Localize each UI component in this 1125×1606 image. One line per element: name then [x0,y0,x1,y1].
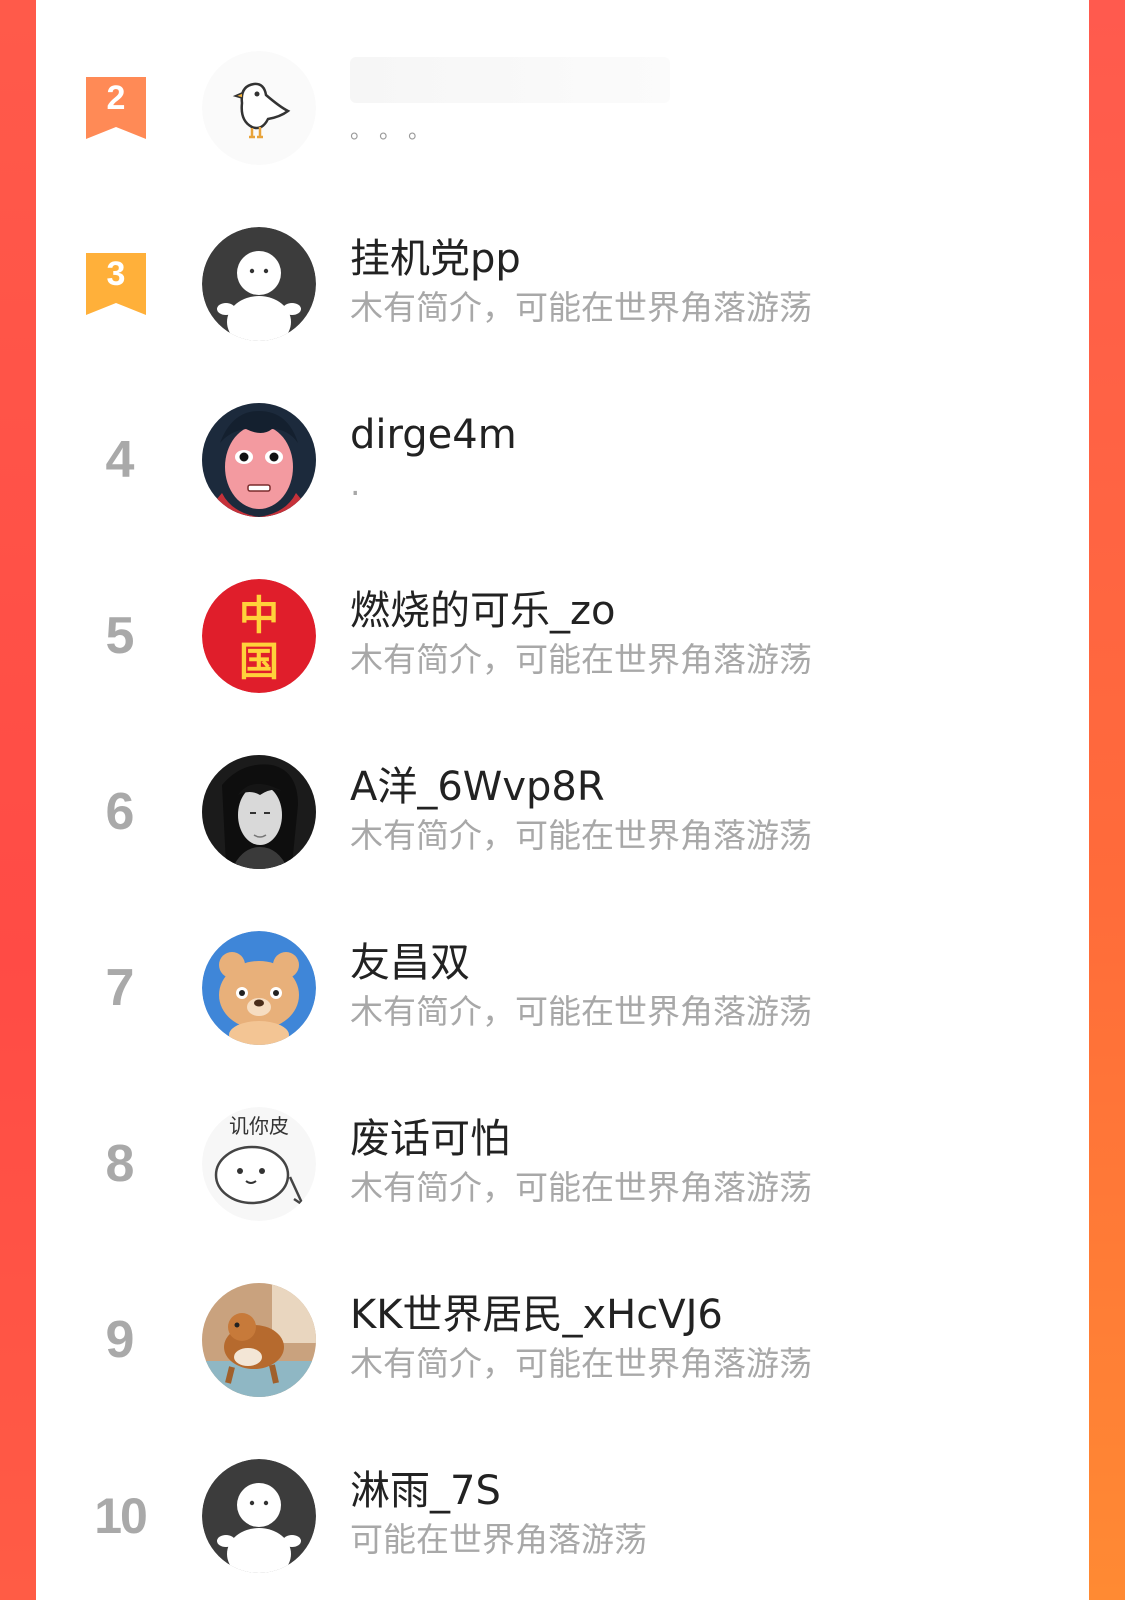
user-info: KK世界居民_xHcVJ6 木有简介，可能在世界角落游荡 [350,1289,1069,1387]
user-info: 。。。 [350,57,1069,155]
right-edge-decoration [1089,0,1125,1600]
svg-text:国: 国 [239,638,279,685]
user-bio: 木有简介，可能在世界角落游荡 [350,1168,812,1208]
ranking-row[interactable]: 3 挂机党pp 木有简介，可能在世界角落游荡 [36,194,1089,374]
cartoon-girl-avatar[interactable] [202,403,316,517]
user-info: 淋雨_7S 可能在世界角落游荡 [350,1465,1069,1563]
ranking-row[interactable]: 9 KK世界居民_xHcVJ6 木有简介，可能在世界角落游荡 [36,1250,1089,1430]
default-avatar[interactable] [202,1459,316,1573]
username[interactable]: KK世界居民_xHcVJ6 [350,1289,1069,1341]
user-info: dirge4m . [350,409,1069,507]
rank-badge-icon: 3 [86,253,146,315]
user-bio: 木有简介，可能在世界角落游荡 [350,992,812,1032]
rank-number: 9 [105,1311,135,1369]
ranking-row[interactable]: 4 dirge4m . [36,370,1089,550]
username[interactable]: 废话可怕 [350,1113,1069,1165]
user-bio: . [350,464,361,504]
user-bio: 木有简介，可能在世界角落游荡 [350,816,812,856]
user-bio: 木有简介，可能在世界角落游荡 [350,288,812,328]
ranking-row[interactable]: 10 淋雨_7S 可能在世界角落游荡 [36,1426,1089,1606]
ranking-row[interactable]: 5 中 国 燃烧的可乐_zo 木有简介，可能在世界角落游荡 [36,546,1089,726]
sticker-avatar[interactable]: 讥你皮 [202,1107,316,1221]
rank-number: 10 [94,1488,148,1544]
left-edge-decoration [0,0,36,1600]
dog-photo-avatar[interactable] [202,1283,316,1397]
rank-number: 3 [106,255,126,293]
anime-man-avatar[interactable] [202,755,316,869]
username[interactable]: 友昌双 [350,937,1069,989]
user-info: 废话可怕 木有简介，可能在世界角落游荡 [350,1113,1069,1211]
user-bio: 。。。 [350,119,449,145]
rank-number: 5 [105,607,135,665]
ranking-row[interactable]: 7 友昌双 木有简介，可能在世界角落游荡 [36,898,1089,1078]
china-flag-avatar[interactable]: 中 国 [202,579,316,693]
bear-avatar[interactable] [202,931,316,1045]
ranking-row[interactable]: 2 。。。 [36,18,1089,198]
rank-number: 4 [105,431,135,489]
username[interactable]: A洋_6Wvp8R [350,761,1069,813]
rank-badge-icon: 2 [86,77,146,139]
svg-text:中: 中 [239,592,279,639]
username[interactable] [350,57,670,104]
default-avatar[interactable] [202,227,316,341]
username[interactable]: 燃烧的可乐_zo [350,585,1069,637]
sticker-text: 讥你皮 [229,1114,289,1138]
user-info: 友昌双 木有简介，可能在世界角落游荡 [350,937,1069,1035]
rank-number: 7 [105,959,135,1017]
ranking-row[interactable]: 6 A洋_6Wvp8R 木有简介，可能在世界角落游荡 [36,722,1089,902]
ranking-list: 2 。。。 3 挂机党pp 木有简介，可能在世界角落游荡 4 dirge4m .… [36,0,1089,1600]
rank-number: 6 [105,783,135,841]
ranking-row[interactable]: 8 讥你皮 废话可怕 木有简介，可能在世界角落游荡 [36,1074,1089,1254]
user-bio: 可能在世界角落游荡 [350,1520,647,1560]
username[interactable]: 淋雨_7S [350,1465,1069,1517]
user-info: 燃烧的可乐_zo 木有简介，可能在世界角落游荡 [350,585,1069,683]
username[interactable]: 挂机党pp [350,233,1069,285]
rank-number: 8 [105,1135,135,1193]
user-info: A洋_6Wvp8R 木有简介，可能在世界角落游荡 [350,761,1069,859]
bird-avatar[interactable] [202,51,316,165]
user-info: 挂机党pp 木有简介，可能在世界角落游荡 [350,233,1069,331]
user-bio: 木有简介，可能在世界角落游荡 [350,1344,812,1384]
username[interactable]: dirge4m [350,409,1069,461]
user-bio: 木有简介，可能在世界角落游荡 [350,640,812,680]
rank-number: 2 [106,79,126,117]
